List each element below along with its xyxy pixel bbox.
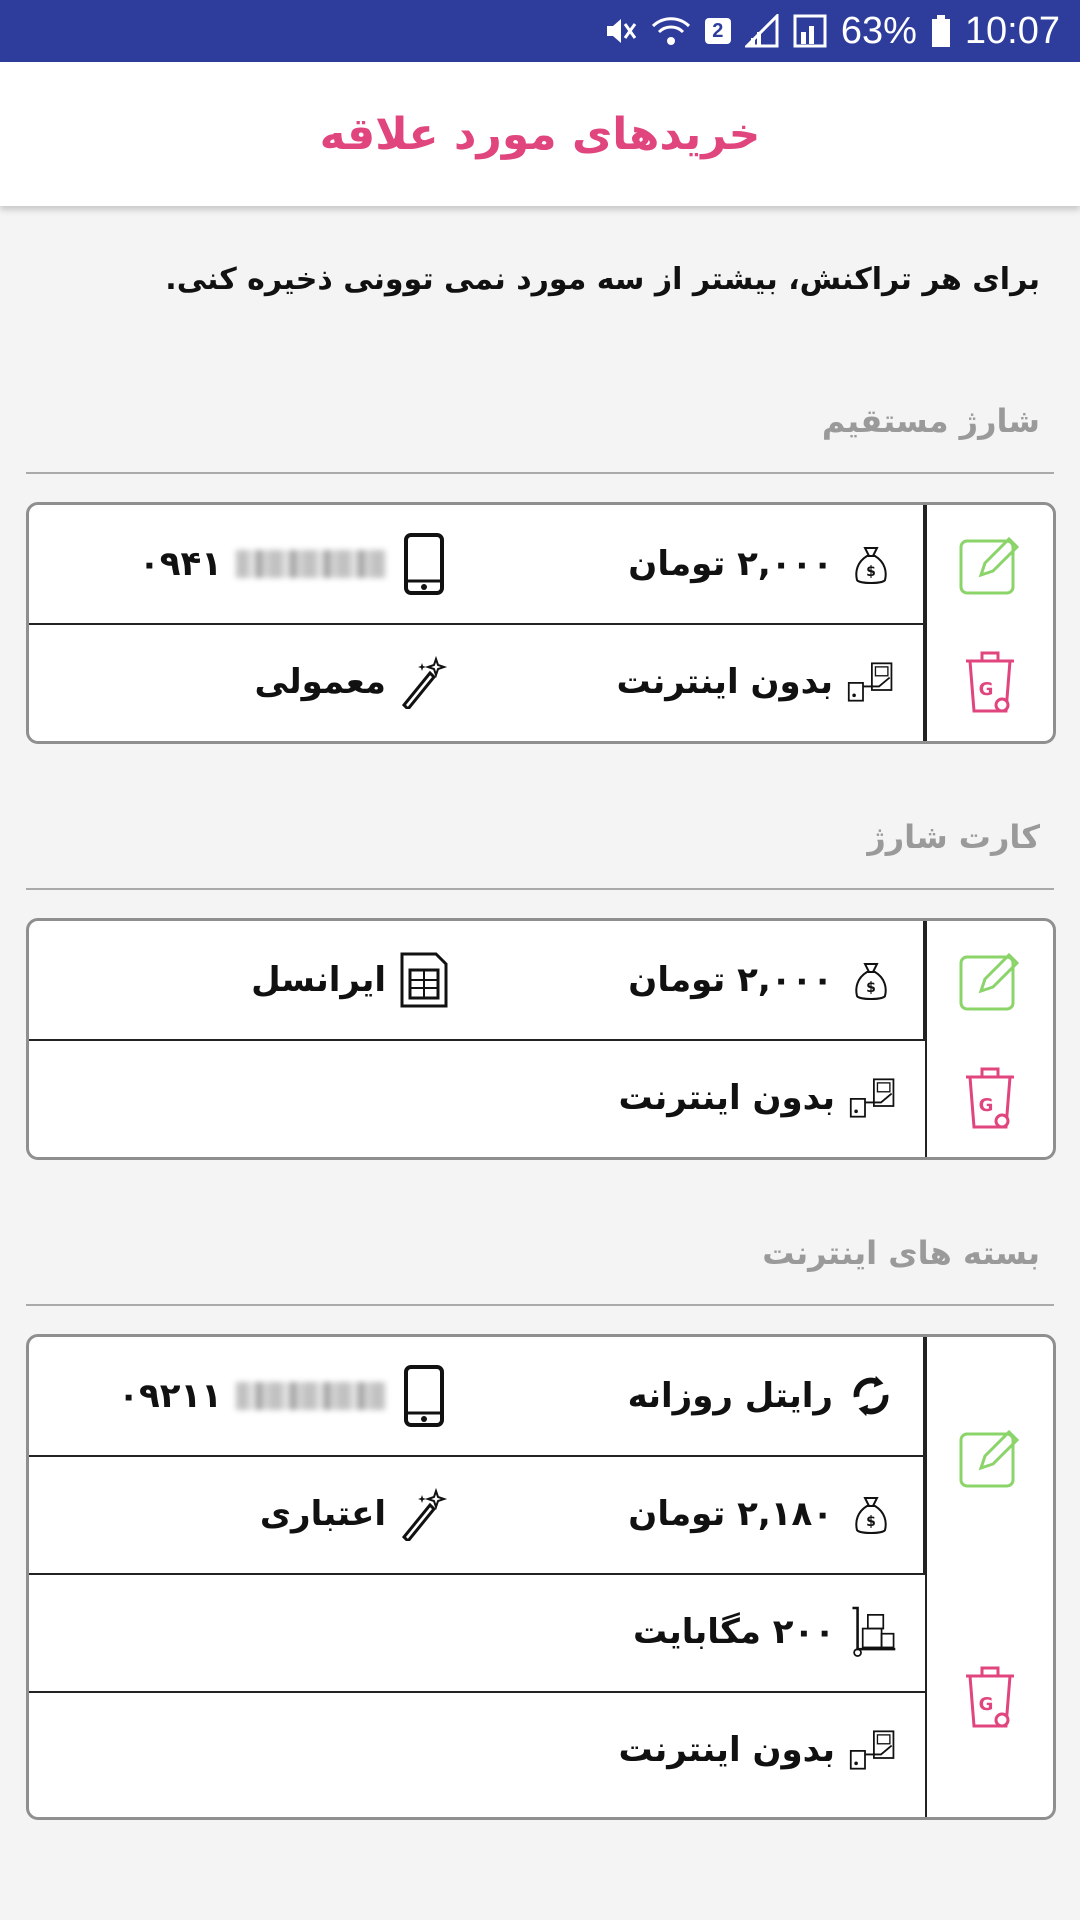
amount-cell: $ ۲,۰۰۰ تومان — [476, 921, 925, 1039]
edit-icon — [959, 1429, 1020, 1488]
phone-cell: ۰۹۴۱ — [29, 505, 476, 623]
operator-cell: ایرانسل — [29, 921, 476, 1039]
svg-text:$: $ — [866, 1514, 876, 1530]
svg-text:G: G — [979, 1095, 994, 1116]
amount: ۲,۱۸۰ تومان — [628, 1494, 833, 1534]
money-bag-icon: $ — [847, 536, 895, 592]
amount-cell: $ ۲,۰۰۰ تومان — [476, 505, 925, 623]
cash-hand-icon — [847, 654, 895, 710]
trash-icon: G — [966, 1067, 1014, 1129]
money-bag-icon: $ — [847, 952, 895, 1008]
money-bag-icon: $ — [847, 1486, 895, 1542]
battery-icon — [931, 14, 951, 48]
phone-icon — [400, 1365, 448, 1427]
cash-hand-icon — [849, 1070, 897, 1126]
payment-cell: بدون اینترنت — [29, 1039, 925, 1157]
card-actions: G — [925, 921, 1053, 1157]
wifi-icon — [651, 14, 691, 48]
card-actions: G — [925, 1337, 1053, 1817]
edit-button[interactable] — [955, 1422, 1025, 1492]
masked-phone-digits — [236, 1382, 386, 1410]
magic-wand-icon — [400, 1486, 448, 1542]
sim-badge: 2 — [704, 18, 731, 44]
clock: 10:07 — [964, 9, 1060, 52]
amount: ۲,۰۰۰ تومان — [628, 544, 833, 584]
mute-icon — [603, 14, 637, 48]
favorite-card-internet-package[interactable]: ۰۹۲۱۱ رایتل روزانه اعتباری $ ۲,۱۸۰ تومان… — [26, 1334, 1056, 1820]
volume-cell: ۲۰۰ مگابایت — [29, 1573, 925, 1691]
info-text: برای هر تراکنش، بیشتر از سه مورد نمی توو… — [165, 262, 1040, 297]
status-bar: 2 63% 10:07 — [0, 0, 1080, 62]
section-title-internet-packages: بسته های اینترنت — [762, 1234, 1040, 1272]
svg-text:G: G — [979, 679, 994, 700]
phone-number: ۰۹۴۱ — [138, 544, 222, 584]
signal-icon — [744, 14, 779, 48]
operator: ایرانسل — [251, 960, 386, 1000]
magic-wand-icon — [400, 654, 448, 710]
type: معمولی — [254, 662, 386, 702]
edit-icon — [959, 536, 1020, 595]
package-cell: رایتل روزانه — [476, 1337, 925, 1455]
edit-icon — [959, 952, 1020, 1011]
signal-icon-2 — [793, 14, 827, 48]
type-cell: اعتباری — [29, 1455, 476, 1573]
type-cell: معمولی — [29, 623, 476, 741]
trash-icon: G — [966, 1666, 1014, 1728]
app-bar: خریدهای مورد علاقه — [0, 62, 1080, 206]
battery-percent: 63% — [840, 9, 917, 52]
payment-method: بدون اینترنت — [618, 1730, 835, 1770]
edit-button[interactable] — [955, 529, 1025, 599]
delete-button[interactable]: G — [955, 1063, 1025, 1133]
section-title-charge-card: کارت شارژ — [867, 818, 1040, 856]
edit-button[interactable] — [955, 945, 1025, 1015]
page-title: خریدهای مورد علاقه — [319, 108, 761, 160]
amount: ۲,۰۰۰ تومان — [628, 960, 833, 1000]
svg-text:$: $ — [866, 980, 876, 996]
trash-icon: G — [966, 651, 1014, 713]
divider — [26, 1304, 1054, 1306]
section-title-direct-charge: شارژ مستقیم — [821, 402, 1040, 440]
card-actions: G — [925, 505, 1053, 741]
favorite-card-charge-card[interactable]: ایرانسل $ ۲,۰۰۰ تومان بدون اینترنت G — [26, 918, 1056, 1160]
divider — [26, 472, 1054, 474]
divider — [26, 888, 1054, 890]
volume: ۲۰۰ مگابایت — [633, 1612, 835, 1652]
payment-method: بدون اینترنت — [616, 662, 833, 702]
favorite-card-direct-charge[interactable]: ۰۹۴۱ $ ۲,۰۰۰ تومان معمولی بدون اینترنت G — [26, 502, 1056, 744]
phone-number: ۰۹۲۱۱ — [118, 1376, 222, 1416]
masked-phone-digits — [236, 550, 386, 578]
payment-cell: بدون اینترنت — [29, 1691, 925, 1809]
hand-truck-icon — [849, 1604, 897, 1660]
delete-button[interactable]: G — [955, 1662, 1025, 1732]
delete-button[interactable]: G — [955, 647, 1025, 717]
type: اعتباری — [259, 1494, 386, 1534]
amount-cell: $ ۲,۱۸۰ تومان — [476, 1455, 925, 1573]
svg-text:G: G — [979, 1694, 994, 1715]
payment-cell: بدون اینترنت — [476, 623, 925, 741]
cash-hand-icon — [849, 1722, 897, 1778]
refresh-icon — [847, 1368, 895, 1424]
svg-text:$: $ — [866, 564, 876, 580]
sim-card-icon — [400, 952, 448, 1008]
package-name: رایتل روزانه — [627, 1376, 833, 1416]
phone-icon — [400, 533, 448, 595]
payment-method: بدون اینترنت — [618, 1078, 835, 1118]
phone-cell: ۰۹۲۱۱ — [29, 1337, 476, 1455]
